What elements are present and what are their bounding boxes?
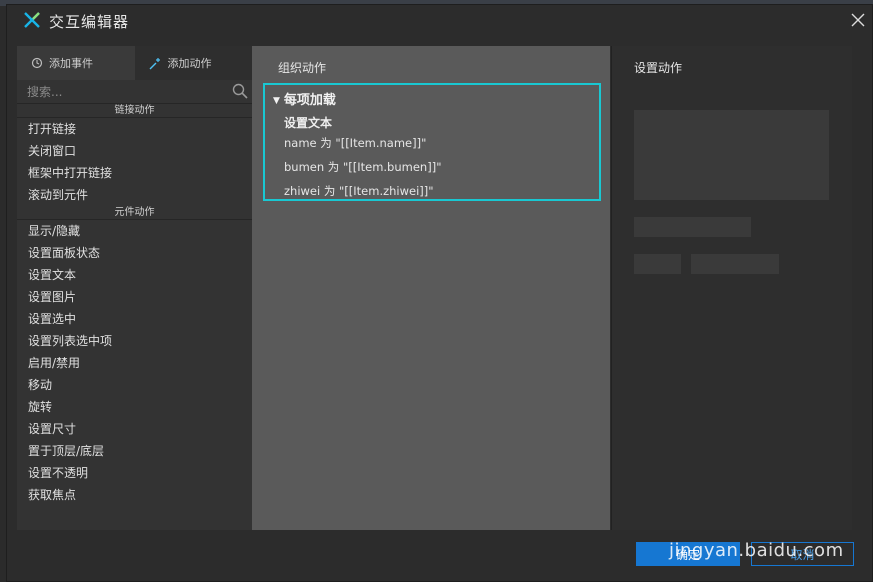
watermark: jingyan.baidu.com bbox=[669, 540, 844, 561]
organize-actions-panel: 组织动作 ▼ 每项加载 设置文本 name 为 "[[Item.name]]" b… bbox=[252, 46, 610, 530]
action-item[interactable]: 置于顶层/底层 bbox=[17, 440, 252, 462]
widget-list-placeholder bbox=[634, 110, 829, 200]
tab-add-event[interactable]: 添加事件 bbox=[17, 46, 135, 80]
add-action-icon bbox=[149, 57, 160, 69]
window-title: 交互编辑器 bbox=[49, 13, 130, 31]
action-item[interactable]: 获取焦点 bbox=[17, 484, 252, 506]
action-item[interactable]: 设置图片 bbox=[17, 286, 252, 308]
action-item[interactable]: 打开链接 bbox=[17, 118, 252, 140]
close-icon[interactable] bbox=[850, 12, 866, 28]
axure-logo-icon bbox=[24, 12, 40, 28]
group-title-link-actions: 链接动作 bbox=[17, 104, 252, 118]
action-item[interactable]: 设置不透明 bbox=[17, 462, 252, 484]
organize-actions-header: 组织动作 bbox=[278, 61, 327, 75]
search-input[interactable] bbox=[17, 80, 252, 104]
action-item[interactable]: 设置选中 bbox=[17, 308, 252, 330]
action-item[interactable]: 显示/隐藏 bbox=[17, 220, 252, 242]
event-title: 每项加载 bbox=[283, 93, 336, 108]
event-title-row[interactable]: ▼ 每项加载 bbox=[273, 89, 336, 108]
action-item[interactable]: 框架中打开链接 bbox=[17, 162, 252, 184]
field-placeholder bbox=[634, 254, 681, 274]
tab-add-action-label: 添加动作 bbox=[167, 57, 212, 70]
actions-library-panel: 添加事件 添加动作 链接动作 打开链接 关闭窗口 框架中打开链接 滚动到元件 元… bbox=[17, 46, 252, 530]
action-item[interactable]: 设置面板状态 bbox=[17, 242, 252, 264]
configure-action-panel: 设置动作 bbox=[611, 46, 852, 530]
action-item[interactable]: 旋转 bbox=[17, 396, 252, 418]
group-title-widget-actions: 元件动作 bbox=[17, 206, 252, 220]
action-detail-line[interactable]: zhiwei 为 "[[Item.zhiwei]]" bbox=[284, 183, 434, 199]
action-item[interactable]: 启用/禁用 bbox=[17, 352, 252, 374]
search-icon[interactable] bbox=[232, 83, 248, 99]
action-detail-line[interactable]: bumen 为 "[[Item.bumen]]" bbox=[284, 159, 441, 175]
field-placeholder bbox=[634, 217, 751, 237]
event-block-selected[interactable]: ▼ 每项加载 设置文本 name 为 "[[Item.name]]" bumen … bbox=[263, 83, 601, 201]
action-item[interactable]: 关闭窗口 bbox=[17, 140, 252, 162]
action-title[interactable]: 设置文本 bbox=[284, 114, 332, 131]
configure-action-header: 设置动作 bbox=[634, 61, 683, 75]
title-bar: 交互编辑器 bbox=[7, 5, 872, 37]
action-item[interactable]: 移动 bbox=[17, 374, 252, 396]
tab-add-event-label: 添加事件 bbox=[49, 57, 93, 70]
panel-tabs: 添加事件 添加动作 bbox=[17, 46, 252, 80]
action-detail-line[interactable]: name 为 "[[Item.name]]" bbox=[284, 135, 426, 151]
action-item[interactable]: 设置列表选中项 bbox=[17, 330, 252, 352]
collapse-caret-icon[interactable]: ▼ bbox=[273, 96, 280, 106]
search-box bbox=[17, 80, 252, 104]
action-item[interactable]: 设置尺寸 bbox=[17, 418, 252, 440]
action-item[interactable]: 设置文本 bbox=[17, 264, 252, 286]
event-icon bbox=[31, 57, 43, 69]
tab-add-action[interactable]: 添加动作 bbox=[134, 46, 252, 80]
action-item[interactable]: 滚动到元件 bbox=[17, 184, 252, 206]
field-placeholder bbox=[691, 254, 779, 274]
